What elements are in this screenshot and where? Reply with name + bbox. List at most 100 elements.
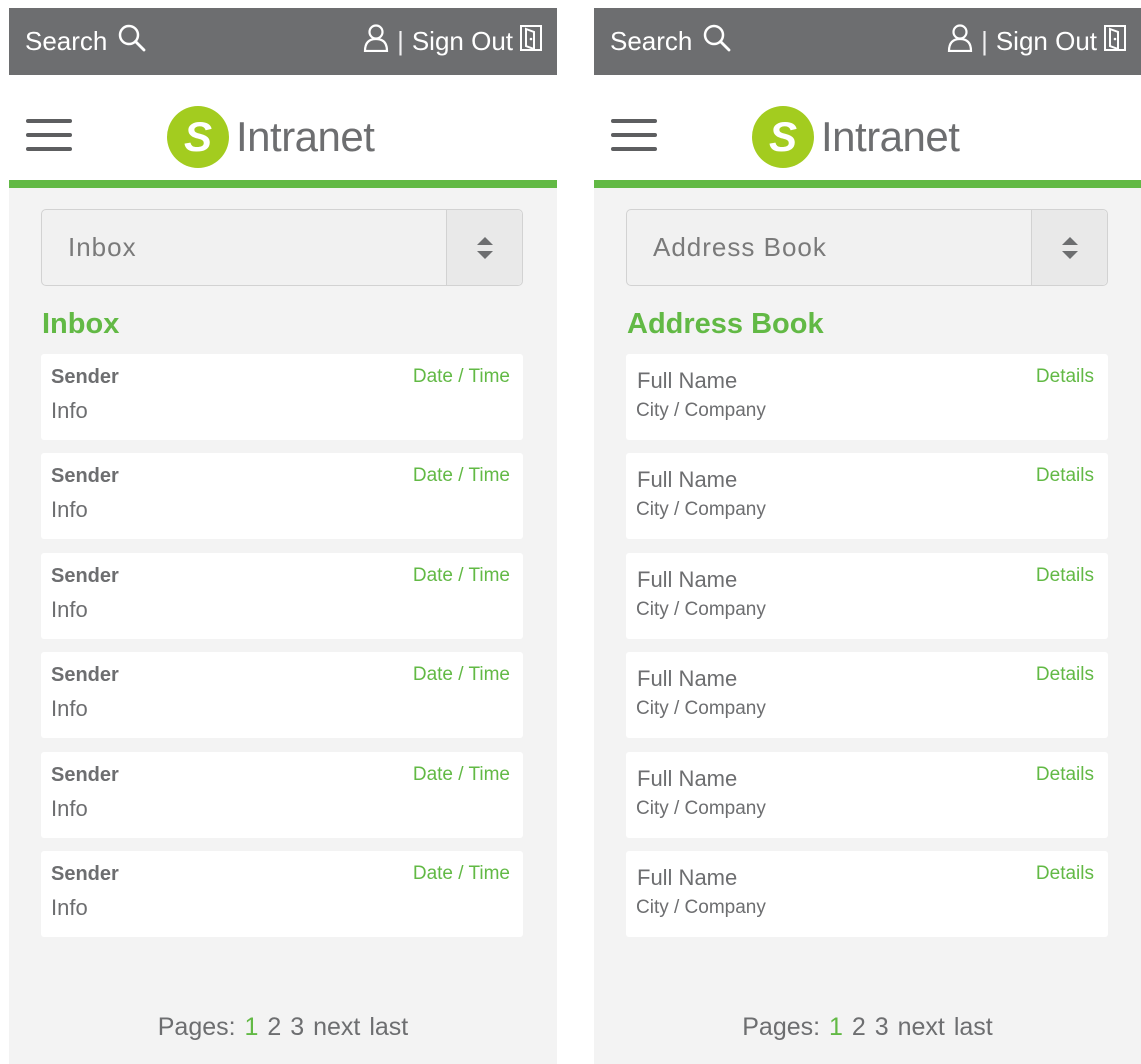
- item-sender: Sender: [51, 764, 119, 786]
- search-label: Search: [25, 26, 108, 56]
- user-icon[interactable]: [947, 24, 973, 59]
- list-item[interactable]: Full Name City / Company Details: [626, 354, 1108, 440]
- item-info: Info: [51, 796, 88, 821]
- item-city-company: City / Company: [636, 499, 766, 520]
- logo-circle-icon: S: [167, 106, 229, 168]
- select-arrows-icon: [1031, 210, 1107, 285]
- item-full-name: Full Name: [637, 567, 738, 592]
- list-item[interactable]: Sender Info Date / Time: [41, 453, 523, 539]
- item-full-name: Full Name: [637, 368, 738, 393]
- section-title: Inbox: [42, 308, 120, 340]
- page-link-last[interactable]: last: [369, 1013, 408, 1041]
- pagination: Pages: 1 2 3 next last: [9, 1013, 557, 1042]
- search-icon: [117, 23, 147, 60]
- search-label: Search: [610, 26, 693, 56]
- logo-text: Intranet: [236, 113, 375, 160]
- item-full-name: Full Name: [637, 865, 738, 890]
- item-details-link[interactable]: Details: [1036, 863, 1094, 885]
- item-info: Info: [51, 895, 88, 920]
- item-city-company: City / Company: [636, 698, 766, 719]
- list-item[interactable]: Sender Info Date / Time: [41, 652, 523, 738]
- pager-label: Pages:: [157, 1013, 236, 1041]
- item-sender: Sender: [51, 465, 119, 487]
- top-bar: Search | Sign Out: [594, 8, 1141, 75]
- list-item[interactable]: Sender Info Date / Time: [41, 851, 523, 937]
- list-item[interactable]: Full Name City / Company Details: [626, 553, 1108, 639]
- item-city-company: City / Company: [636, 599, 766, 620]
- app-header: S Intranet: [594, 75, 1141, 188]
- page-link-2[interactable]: 2: [852, 1013, 866, 1041]
- item-city-company: City / Company: [636, 400, 766, 421]
- logo-text: Intranet: [821, 113, 960, 160]
- list-item[interactable]: Full Name City / Company Details: [626, 652, 1108, 738]
- sign-out-label: Sign Out: [411, 26, 513, 56]
- logo-letter: S: [769, 113, 797, 160]
- logo: S Intranet: [751, 105, 960, 169]
- address-book-screen: Search | Sign Out S Intranet Address Boo…: [594, 8, 1141, 1064]
- page-link-next[interactable]: next: [898, 1013, 945, 1041]
- list-item[interactable]: Full Name City / Company Details: [626, 453, 1108, 539]
- page-link-last[interactable]: last: [954, 1013, 993, 1041]
- logo-letter: S: [184, 113, 212, 160]
- list-item[interactable]: Full Name City / Company Details: [626, 752, 1108, 838]
- pager-label: Pages:: [742, 1013, 821, 1041]
- item-date-time: Date / Time: [412, 863, 510, 884]
- item-full-name: Full Name: [637, 666, 738, 691]
- page-link-1[interactable]: 1: [829, 1013, 843, 1041]
- search-button[interactable]: Search: [25, 23, 147, 60]
- list-item[interactable]: Sender Info Date / Time: [41, 553, 523, 639]
- inbox-screen: Search | Sign Out S Intranet Inbox Inbox…: [9, 8, 557, 1064]
- item-date-time: Date / Time: [412, 465, 510, 486]
- page-link-2[interactable]: 2: [267, 1013, 281, 1041]
- user-area: | Sign Out: [947, 24, 1127, 59]
- door-icon: [1103, 24, 1127, 59]
- list-item[interactable]: Full Name City / Company Details: [626, 851, 1108, 937]
- item-details-link[interactable]: Details: [1036, 664, 1094, 686]
- user-icon[interactable]: [363, 24, 389, 59]
- logo-circle-icon: S: [752, 106, 814, 168]
- door-icon: [519, 24, 543, 59]
- item-city-company: City / Company: [636, 798, 766, 819]
- separator: |: [981, 26, 988, 56]
- list-item[interactable]: Sender Info Date / Time: [41, 354, 523, 440]
- sign-out-button[interactable]: Sign Out: [996, 24, 1127, 59]
- item-full-name: Full Name: [637, 467, 738, 492]
- item-details-link[interactable]: Details: [1036, 366, 1094, 388]
- item-sender: Sender: [51, 366, 119, 388]
- item-sender: Sender: [51, 863, 119, 885]
- search-icon: [702, 23, 732, 60]
- item-info: Info: [51, 398, 88, 423]
- item-city-company: City / Company: [636, 897, 766, 918]
- page-link-next[interactable]: next: [313, 1013, 360, 1041]
- item-date-time: Date / Time: [412, 664, 510, 685]
- search-button[interactable]: Search: [610, 23, 732, 60]
- page-link-1[interactable]: 1: [245, 1013, 259, 1041]
- select-value: Inbox: [68, 232, 137, 262]
- hamburger-menu-icon[interactable]: [611, 119, 657, 153]
- folder-select[interactable]: Inbox: [41, 209, 523, 286]
- list-item[interactable]: Sender Info Date / Time: [41, 752, 523, 838]
- item-info: Info: [51, 597, 88, 622]
- separator: |: [397, 26, 404, 56]
- item-sender: Sender: [51, 565, 119, 587]
- item-details-link[interactable]: Details: [1036, 465, 1094, 487]
- folder-select[interactable]: Address Book: [626, 209, 1108, 286]
- page-link-3[interactable]: 3: [290, 1013, 304, 1041]
- page-link-3[interactable]: 3: [875, 1013, 889, 1041]
- select-value: Address Book: [653, 232, 827, 262]
- item-sender: Sender: [51, 664, 119, 686]
- item-info: Info: [51, 497, 88, 522]
- item-date-time: Date / Time: [412, 565, 510, 586]
- app-header: S Intranet: [9, 75, 557, 188]
- sign-out-button[interactable]: Sign Out: [412, 24, 543, 59]
- item-info: Info: [51, 696, 88, 721]
- item-details-link[interactable]: Details: [1036, 565, 1094, 587]
- user-area: | Sign Out: [363, 24, 543, 59]
- pagination: Pages: 1 2 3 next last: [594, 1013, 1141, 1042]
- section-title: Address Book: [627, 308, 824, 340]
- select-arrows-icon: [446, 210, 522, 285]
- item-details-link[interactable]: Details: [1036, 764, 1094, 786]
- item-date-time: Date / Time: [412, 366, 510, 387]
- hamburger-menu-icon[interactable]: [26, 119, 72, 153]
- item-full-name: Full Name: [637, 766, 738, 791]
